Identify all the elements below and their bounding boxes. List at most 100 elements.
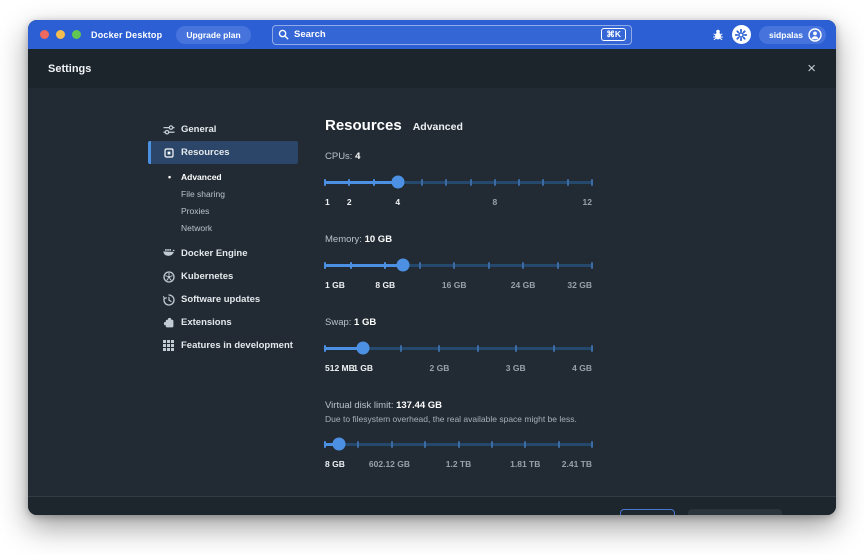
cpus-tick	[348, 179, 350, 186]
memory-tick	[522, 262, 524, 269]
grid-icon	[163, 340, 175, 352]
bug-report-icon[interactable]	[712, 29, 724, 41]
titlebar-actions: sidpalas	[712, 20, 826, 49]
sidebar-item-extensions[interactable]: Extensions	[148, 311, 298, 334]
settings-active-indicator[interactable]	[732, 25, 751, 44]
chip-icon	[163, 147, 175, 159]
sidebar-item-label: Kubernetes	[181, 271, 233, 282]
close-window-button[interactable]	[40, 30, 49, 39]
cpus-tick-label: 2	[347, 197, 352, 207]
memory-tick	[350, 262, 352, 269]
cancel-button[interactable]: Cancel	[620, 509, 675, 515]
cpus-tick	[542, 179, 544, 186]
sidebar-item-label: Docker Engine	[181, 248, 248, 259]
virtual-disk-limit-tick	[591, 441, 593, 448]
subnav-item-file-sharing[interactable]: File sharing	[148, 185, 298, 202]
swap-tick	[438, 345, 440, 352]
kubernetes-icon	[163, 271, 175, 283]
cpus-tick	[567, 179, 569, 186]
memory-tick	[453, 262, 455, 269]
virtual-disk-limit-tick	[357, 441, 359, 448]
resources-subnav: Advanced File sharing Proxies Network	[148, 164, 298, 242]
memory-slider-thumb[interactable]	[396, 259, 409, 272]
memory-tick	[557, 262, 559, 269]
settings-header: Settings ×	[28, 49, 836, 88]
memory-tick	[384, 262, 386, 269]
cpus-tick-label: 12	[583, 197, 592, 207]
swap-slider[interactable]	[325, 341, 592, 355]
update-history-icon	[163, 294, 175, 306]
swap-tick	[324, 345, 326, 352]
cpus-slider[interactable]	[325, 175, 592, 189]
cpus-label: CPUs: 4	[325, 151, 592, 162]
cpus-slider-thumb[interactable]	[391, 176, 404, 189]
memory-tick-labels: 1 GB8 GB16 GB24 GB32 GB	[325, 280, 592, 291]
virtual-disk-limit-tick-label: 602.12 GB	[369, 459, 410, 469]
virtual-disk-limit-tick	[424, 441, 426, 448]
virtual-disk-limit-tick-label: 8 GB	[325, 459, 345, 469]
virtual-disk-limit-slider-thumb[interactable]	[333, 438, 346, 451]
settings-sidebar: General Resources Advanced File sharing …	[28, 88, 298, 496]
sidebar-item-general[interactable]: General	[148, 118, 298, 141]
cpus-tick-label: 1	[325, 197, 330, 207]
panel-title: Resources	[325, 117, 402, 134]
virtual-disk-limit-note: Due to filesystem overhead, the real ava…	[325, 414, 592, 424]
swap-tick-label: 512 MB	[325, 363, 355, 373]
cpus-tick	[421, 179, 423, 186]
virtual-disk-limit-tick-label: 1.81 TB	[510, 459, 540, 469]
cpus-tick	[494, 179, 496, 186]
sidebar-item-resources[interactable]: Resources	[148, 141, 298, 164]
search-input[interactable]: Search ⌘K	[272, 25, 632, 45]
virtual-disk-limit-tick-label: 1.2 TB	[446, 459, 472, 469]
subnav-item-network[interactable]: Network	[148, 219, 298, 236]
tune-icon	[163, 124, 175, 136]
virtual-disk-limit-slider[interactable]	[325, 437, 592, 451]
gear-icon	[735, 29, 747, 41]
subnav-item-proxies[interactable]: Proxies	[148, 202, 298, 219]
username: sidpalas	[769, 30, 803, 40]
swap-tick	[400, 345, 402, 352]
memory-slider[interactable]	[325, 258, 592, 272]
sidebar-item-label: Extensions	[181, 317, 232, 328]
cpus-tick-labels: 124812	[325, 197, 592, 208]
swap-tick-label: 2 GB	[430, 363, 450, 373]
app-title: Docker Desktop	[91, 30, 162, 40]
memory-tick	[419, 262, 421, 269]
cpus-tick	[470, 179, 472, 186]
swap-slider-thumb[interactable]	[357, 342, 370, 355]
memory-tick-label: 32 GB	[567, 280, 592, 290]
cpus-tick	[373, 179, 375, 186]
user-avatar-icon	[808, 28, 822, 42]
slider-section-virtual-disk-limit: Virtual disk limit: 137.44 GB Due to file…	[325, 400, 592, 470]
panel-heading: Resources Advanced	[325, 117, 592, 134]
virtual-disk-limit-label: Virtual disk limit: 137.44 GB	[325, 400, 592, 411]
memory-tick-label: 24 GB	[511, 280, 536, 290]
user-account-button[interactable]: sidpalas	[759, 26, 826, 44]
minimize-window-button[interactable]	[56, 30, 65, 39]
virtual-disk-limit-tick-labels: 8 GB602.12 GB1.2 TB1.81 TB2.41 TB	[325, 459, 592, 470]
swap-tick	[591, 345, 593, 352]
sidebar-item-software-updates[interactable]: Software updates	[148, 288, 298, 311]
slider-section-memory: Memory: 10 GB1 GB8 GB16 GB24 GB32 GB	[325, 234, 592, 291]
upgrade-plan-button[interactable]: Upgrade plan	[176, 26, 250, 44]
swap-label: Swap: 1 GB	[325, 317, 592, 328]
search-icon	[278, 29, 289, 40]
macos-traffic-lights	[40, 30, 81, 39]
cpus-tick	[518, 179, 520, 186]
resources-advanced-panel: Resources Advanced CPUs: 4124812Memory: …	[325, 88, 592, 496]
sidebar-item-kubernetes[interactable]: Kubernetes	[148, 265, 298, 288]
whale-icon	[163, 248, 175, 260]
swap-tick	[553, 345, 555, 352]
swap-tick-label: 3 GB	[506, 363, 526, 373]
sidebar-item-features-in-development[interactable]: Features in development	[148, 334, 298, 357]
close-settings-button[interactable]: ×	[807, 61, 816, 76]
zoom-window-button[interactable]	[72, 30, 81, 39]
memory-tick	[324, 262, 326, 269]
docker-desktop-window: Docker Desktop Upgrade plan Search ⌘K	[28, 20, 836, 515]
titlebar: Docker Desktop Upgrade plan Search ⌘K	[28, 20, 836, 49]
page-title: Settings	[48, 63, 91, 75]
panel-subtitle: Advanced	[413, 121, 463, 133]
apply-restart-button[interactable]: Apply & restart	[688, 509, 782, 515]
sidebar-item-docker-engine[interactable]: Docker Engine	[148, 242, 298, 265]
subnav-item-advanced[interactable]: Advanced	[148, 168, 298, 185]
